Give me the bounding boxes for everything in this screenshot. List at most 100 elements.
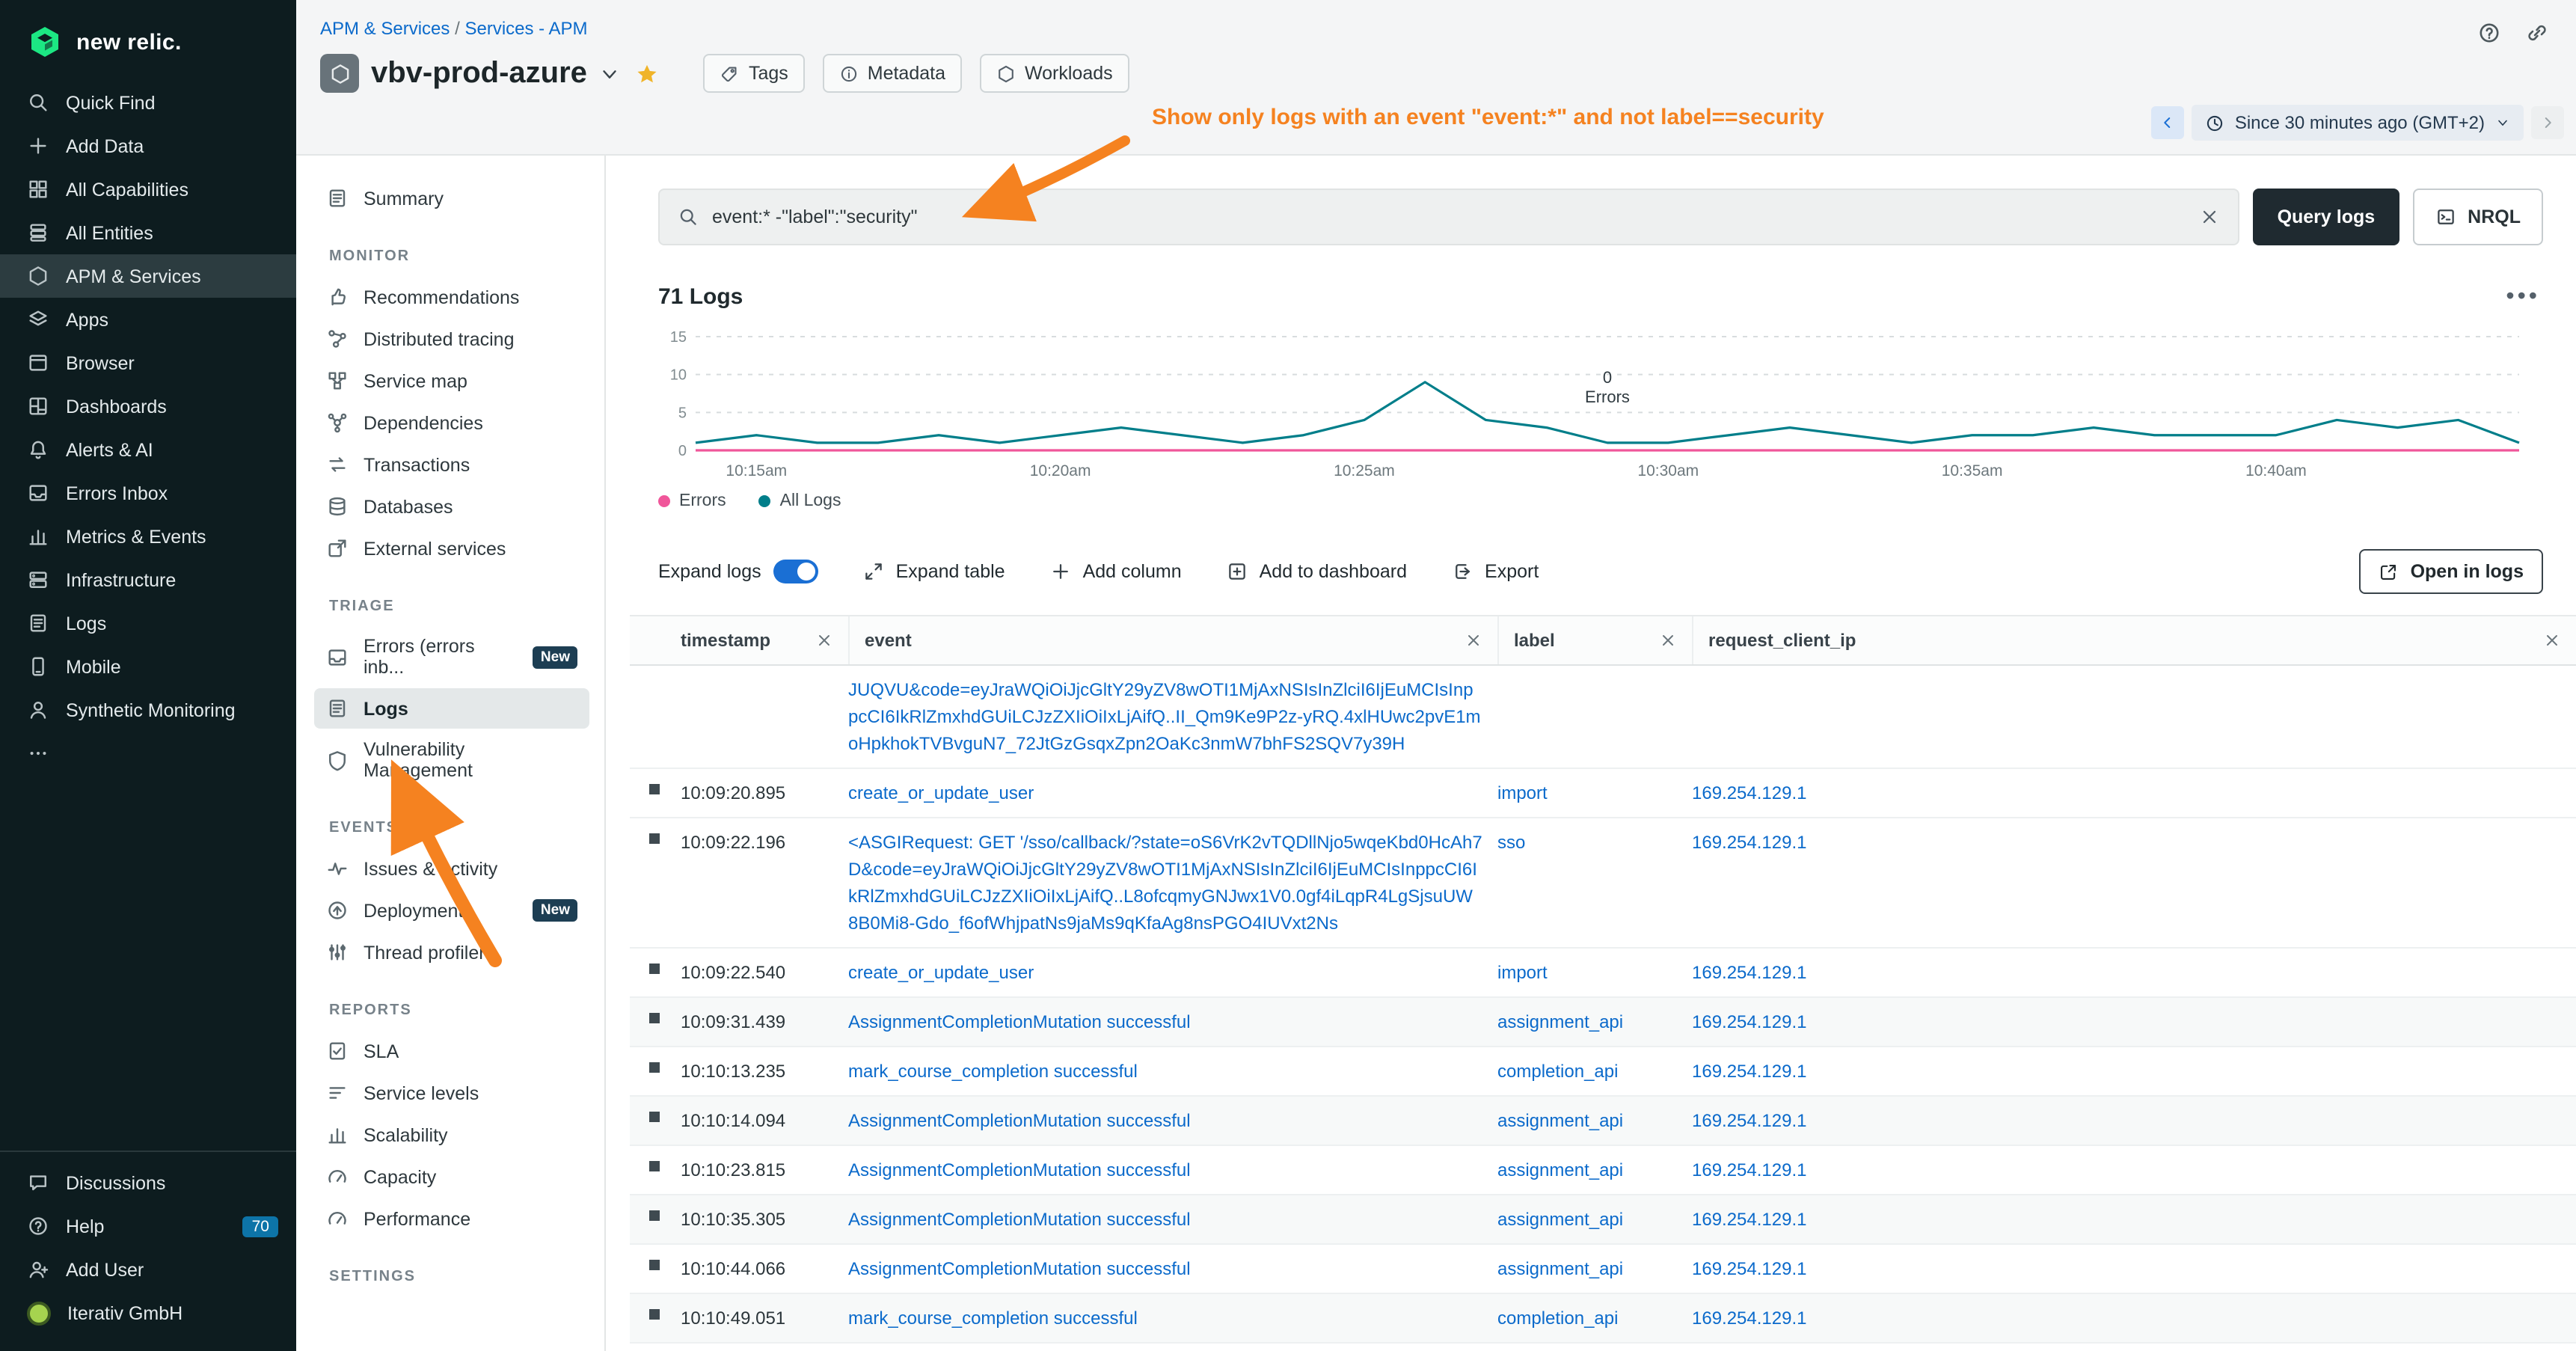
subnav-item-service-levels[interactable]: Service levels: [314, 1073, 589, 1113]
sidebar-item-mobile[interactable]: Mobile: [0, 645, 296, 688]
subnav-item-capacity[interactable]: Capacity: [314, 1157, 589, 1197]
sidebar-item-discussions[interactable]: Discussions: [0, 1161, 296, 1204]
ip-link[interactable]: 169.254.129.1: [1692, 832, 1807, 853]
event-link[interactable]: AssignmentCompletionMutation successful: [848, 1011, 1191, 1032]
row-handle[interactable]: [630, 1294, 681, 1342]
label-link[interactable]: assignment_api: [1497, 1159, 1623, 1180]
add-column-button[interactable]: Add column: [1050, 561, 1182, 582]
chart-more-menu-icon[interactable]: •••: [2506, 291, 2540, 303]
table-row[interactable]: 10:09:31.439AssignmentCompletionMutation…: [630, 998, 2576, 1047]
remove-column-icon[interactable]: [815, 631, 833, 649]
event-link[interactable]: mark_course_completion successful: [848, 1308, 1138, 1329]
sidebar-item-alerts-ai[interactable]: Alerts & AI: [0, 428, 296, 471]
breadcrumb-apm-services[interactable]: APM & Services: [320, 18, 450, 39]
sidebar-item-browser[interactable]: Browser: [0, 341, 296, 385]
event-link[interactable]: <ASGIRequest: GET '/sso/callback/?state=…: [848, 832, 1482, 934]
subnav-item-sla[interactable]: SLA: [314, 1031, 589, 1071]
legend-errors[interactable]: Errors: [658, 492, 726, 510]
ip-link[interactable]: 169.254.129.1: [1692, 962, 1807, 983]
row-handle[interactable]: [630, 1344, 681, 1351]
subnav-item-external-services[interactable]: External services: [314, 528, 589, 569]
label-link[interactable]: assignment_api: [1497, 1011, 1623, 1032]
remove-column-icon[interactable]: [1659, 631, 1677, 649]
row-handle[interactable]: [630, 1245, 681, 1293]
permalink-icon[interactable]: [2525, 21, 2549, 45]
subnav-item-distributed-tracing[interactable]: Distributed tracing: [314, 319, 589, 359]
help-circle-icon[interactable]: [2477, 21, 2501, 45]
label-link[interactable]: completion_api: [1497, 1061, 1618, 1082]
sidebar-item-all-capabilities[interactable]: All Capabilities: [0, 168, 296, 211]
column-header-event[interactable]: event: [848, 616, 1497, 664]
label-link[interactable]: assignment_api: [1497, 1209, 1623, 1230]
event-link[interactable]: mark_course_completion successful: [848, 1061, 1138, 1082]
event-link[interactable]: AssignmentCompletionMutation successful: [848, 1159, 1191, 1180]
sidebar-item-apm-services[interactable]: APM & Services: [0, 254, 296, 298]
subnav-item-dependencies[interactable]: Dependencies: [314, 402, 589, 443]
clear-query-icon[interactable]: [2200, 206, 2221, 227]
sidebar-item-dashboards[interactable]: Dashboards: [0, 385, 296, 428]
table-row[interactable]: 10:09:20.895create_or_update_userimport1…: [630, 769, 2576, 818]
remove-column-icon[interactable]: [1465, 631, 1482, 649]
subnav-item-databases[interactable]: Databases: [314, 486, 589, 527]
row-handle[interactable]: [630, 1146, 681, 1194]
favorite-star-icon[interactable]: [637, 62, 659, 85]
expand-table-button[interactable]: Expand table: [863, 561, 1005, 582]
label-link[interactable]: import: [1497, 782, 1548, 803]
row-handle[interactable]: [630, 769, 681, 817]
sidebar-item-quick-find[interactable]: Quick Find: [0, 81, 296, 124]
nrql-button[interactable]: NRQL: [2412, 189, 2543, 245]
sidebar-item-add-data[interactable]: Add Data: [0, 124, 296, 168]
ip-link[interactable]: 169.254.129.1: [1692, 1209, 1807, 1230]
workloads-button[interactable]: Workloads: [980, 54, 1129, 93]
sidebar-item-help[interactable]: Help70: [0, 1204, 296, 1248]
subnav-item-errors-errors-inb[interactable]: Errors (errors inb...New: [314, 627, 589, 687]
new-relic-logo[interactable]: new relic.: [0, 0, 296, 81]
subnav-item-transactions[interactable]: Transactions: [314, 444, 589, 485]
table-row[interactable]: 10:09:22.196<ASGIRequest: GET '/sso/call…: [630, 818, 2576, 949]
column-header-label[interactable]: label: [1497, 616, 1692, 664]
ip-link[interactable]: 169.254.129.1: [1692, 1258, 1807, 1279]
time-back-button[interactable]: [2151, 106, 2184, 139]
table-row[interactable]: 10:10:14.094AssignmentCompletionMutation…: [630, 1097, 2576, 1146]
event-link[interactable]: AssignmentCompletionMutation successful: [848, 1209, 1191, 1230]
subnav-item-vulnerability-management[interactable]: Vulnerability Management: [314, 730, 589, 790]
row-handle[interactable]: [630, 1195, 681, 1243]
sidebar-item-synthetic-monitoring[interactable]: Synthetic Monitoring: [0, 688, 296, 732]
log-query-bar[interactable]: [658, 189, 2240, 245]
table-row[interactable]: JUQVU&code=eyJraWQiOiJjcGltY29yZV8wOTI1M…: [630, 666, 2576, 769]
subnav-item-thread-profiler[interactable]: Thread profiler: [314, 932, 589, 972]
sidebar-item-more[interactable]: [0, 732, 296, 775]
subnav-item-recommendations[interactable]: Recommendations: [314, 277, 589, 317]
open-in-logs-button[interactable]: Open in logs: [2360, 549, 2543, 594]
sidebar-item-errors-inbox[interactable]: Errors Inbox: [0, 471, 296, 515]
row-handle[interactable]: [630, 998, 681, 1046]
tags-button[interactable]: Tags: [704, 54, 805, 93]
event-link[interactable]: create_or_update_user: [848, 962, 1034, 983]
sidebar-item-apps[interactable]: Apps: [0, 298, 296, 341]
row-handle[interactable]: [630, 818, 681, 947]
table-row[interactable]: 10:11:00.311AssignmentCompletionMutation…: [630, 1344, 2576, 1351]
entity-switcher-chevron-down-icon[interactable]: [599, 62, 622, 85]
sidebar-item-all-entities[interactable]: All Entities: [0, 211, 296, 254]
breadcrumb-services-apm[interactable]: Services - APM: [464, 18, 587, 39]
ip-link[interactable]: 169.254.129.1: [1692, 1110, 1807, 1131]
log-query-input[interactable]: [712, 206, 2186, 227]
subnav-item-service-map[interactable]: Service map: [314, 361, 589, 401]
subnav-item-scalability[interactable]: Scalability: [314, 1115, 589, 1155]
table-row[interactable]: 10:10:44.066AssignmentCompletionMutation…: [630, 1245, 2576, 1294]
time-forward-button[interactable]: [2531, 106, 2564, 139]
subnav-item-deployments[interactable]: DeploymentsNew: [314, 890, 589, 931]
table-row[interactable]: 10:10:49.051mark_course_completion succe…: [630, 1294, 2576, 1344]
ip-link[interactable]: 169.254.129.1: [1692, 1308, 1807, 1329]
table-row[interactable]: 10:10:13.235mark_course_completion succe…: [630, 1047, 2576, 1097]
metadata-button[interactable]: Metadata: [823, 54, 962, 93]
label-link[interactable]: import: [1497, 962, 1548, 983]
sidebar-item-add-user[interactable]: Add User: [0, 1248, 296, 1291]
label-link[interactable]: completion_api: [1497, 1308, 1618, 1329]
ip-link[interactable]: 169.254.129.1: [1692, 1061, 1807, 1082]
event-link[interactable]: JUQVU&code=eyJraWQiOiJjcGltY29yZV8wOTI1M…: [848, 679, 1481, 754]
subnav-item-summary[interactable]: Summary: [314, 178, 589, 218]
label-link[interactable]: sso: [1497, 832, 1525, 853]
sidebar-item-logs[interactable]: Logs: [0, 601, 296, 645]
table-row[interactable]: 10:10:23.815AssignmentCompletionMutation…: [630, 1146, 2576, 1195]
